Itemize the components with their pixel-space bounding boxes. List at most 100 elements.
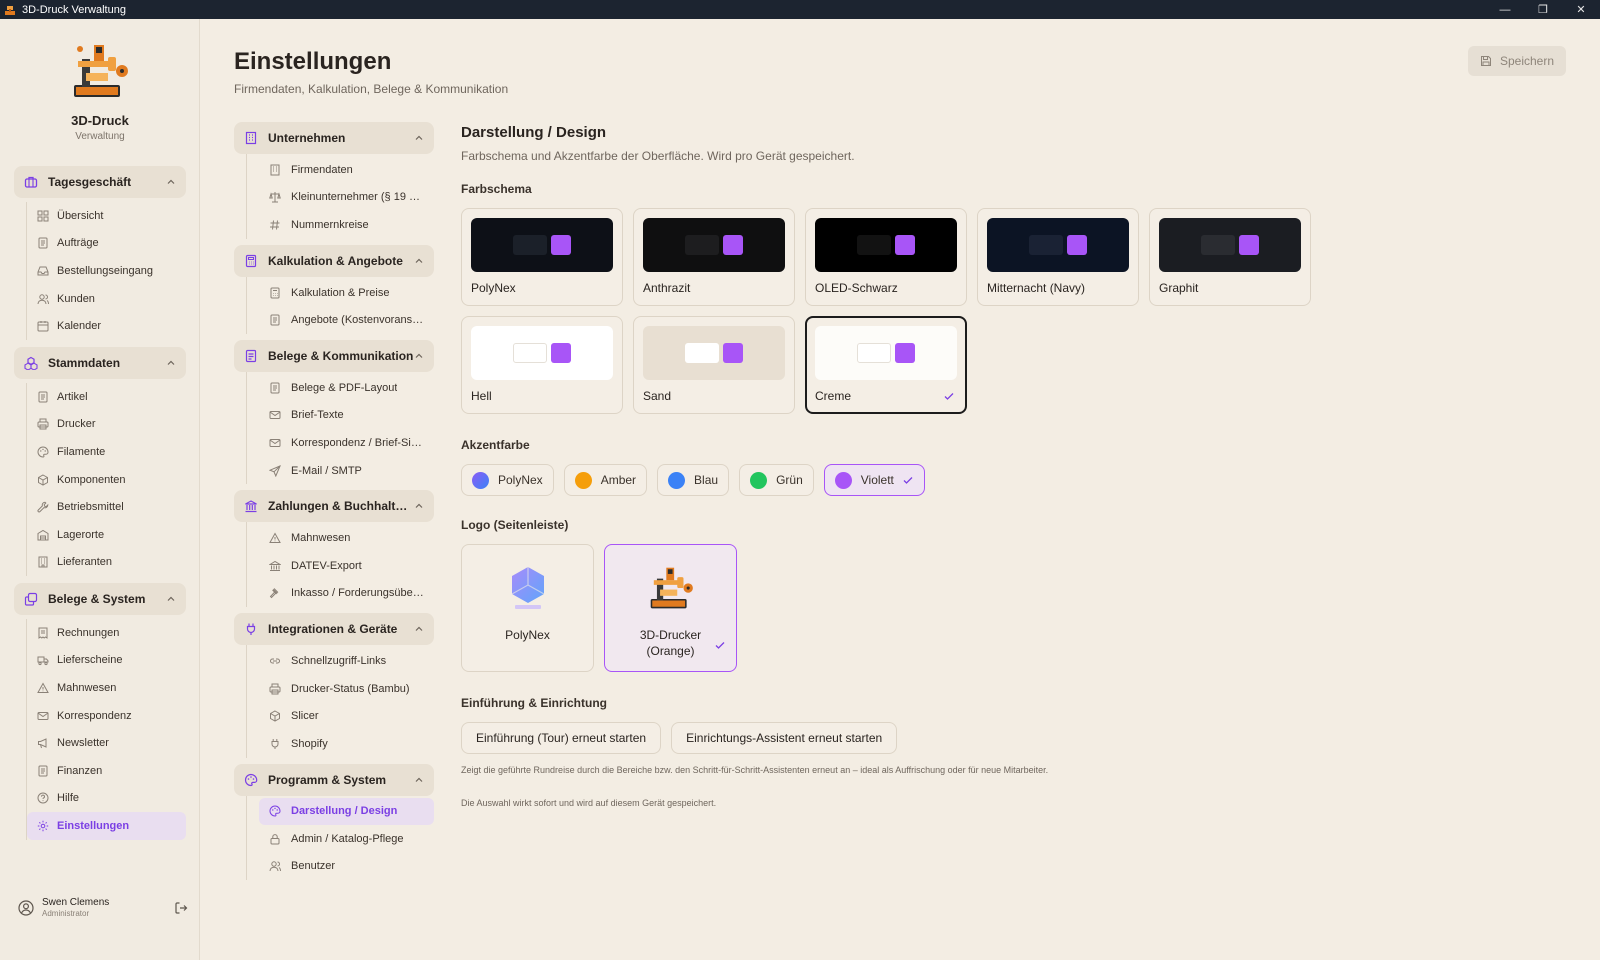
scheme-card[interactable]: Graphit xyxy=(1149,208,1311,306)
close-button[interactable]: ✕ xyxy=(1562,0,1600,19)
settings-item-datev[interactable]: DATEV-Export xyxy=(259,552,434,580)
scheme-card[interactable]: Creme xyxy=(805,316,967,414)
scheme-preview xyxy=(815,218,957,272)
logo-option-polynex[interactable]: PolyNex xyxy=(461,544,594,672)
sidebar-item-korrespondenz[interactable]: Korrespondenz xyxy=(27,702,186,730)
settings-item-darstellung[interactable]: Darstellung / Design xyxy=(259,797,434,826)
sidebar-item-finanzen[interactable]: Finanzen xyxy=(27,757,186,785)
sidebar-item-auftraege[interactable]: Aufträge xyxy=(27,230,186,258)
sidebar-group-header[interactable]: Stammdaten xyxy=(14,347,186,379)
inbox-icon xyxy=(37,265,49,277)
accent-option[interactable]: Amber xyxy=(563,464,648,496)
checkmark-icon xyxy=(902,474,914,486)
settings-item-belege-pdf[interactable]: Belege & PDF-Layout xyxy=(259,374,434,402)
document-icon xyxy=(37,391,49,403)
sidebar-item-einstellungen[interactable]: Einstellungen xyxy=(27,812,186,840)
document-icon xyxy=(244,349,258,363)
settings-item-admin[interactable]: Admin / Katalog-Pflege xyxy=(259,825,434,853)
sidebar-item-komponenten[interactable]: Komponenten xyxy=(27,466,186,494)
palette-icon xyxy=(244,773,258,787)
sidebar-item-uebersicht[interactable]: Übersicht xyxy=(27,202,186,230)
sidebar-item-label: Finanzen xyxy=(57,764,103,777)
settings-item-label: Kleinunternehmer (§ 19 UStG) xyxy=(291,191,426,204)
restart-wizard-button[interactable]: Einrichtungs-Assistent erneut starten xyxy=(671,722,898,754)
settings-group-integrationen: Integrationen & Geräte Schnellzugriff-Li… xyxy=(234,613,434,758)
save-button[interactable]: Speichern xyxy=(1468,46,1566,76)
settings-item-slicer[interactable]: Slicer xyxy=(259,702,434,730)
logo-option-3d-drucker[interactable]: 3D-Drucker (Orange) xyxy=(604,544,737,672)
settings-item-benutzer[interactable]: Benutzer xyxy=(259,853,434,881)
sidebar-item-label: Mahnwesen xyxy=(57,681,117,694)
settings-item-nummernkreise[interactable]: Nummernkreise xyxy=(259,211,434,239)
settings-group-header[interactable]: Unternehmen xyxy=(234,122,434,154)
settings-item-mahnwesen[interactable]: Mahnwesen xyxy=(259,524,434,552)
sidebar-item-drucker[interactable]: Drucker xyxy=(27,411,186,439)
settings-group-header[interactable]: Kalkulation & Angebote xyxy=(234,244,434,277)
save-button-label: Speichern xyxy=(1499,54,1555,68)
scheme-card[interactable]: PolyNex xyxy=(461,208,623,306)
cube-icon xyxy=(37,474,49,486)
scheme-preview xyxy=(471,326,613,380)
accent-name: Blau xyxy=(694,473,719,487)
sidebar-item-mahnwesen[interactable]: Mahnwesen xyxy=(27,674,186,702)
sidebar-item-kalender[interactable]: Kalender xyxy=(27,312,186,340)
settings-group-label: Zahlungen & Buchhaltung xyxy=(268,499,414,514)
accent-option[interactable]: Violett xyxy=(823,464,925,496)
logout-icon[interactable] xyxy=(174,901,188,915)
settings-item-inkasso[interactable]: Inkasso / Forderungsübertragung xyxy=(259,580,434,608)
settings-item-schnellzugriff[interactable]: Schnellzugriff-Links xyxy=(259,647,434,675)
accent-option[interactable]: Blau xyxy=(657,464,730,496)
sidebar-item-filamente[interactable]: Filamente xyxy=(27,438,186,466)
sidebar-item-bestellungseingang[interactable]: Bestellungseingang xyxy=(27,257,186,285)
sidebar-item-kunden[interactable]: Kunden xyxy=(27,285,186,313)
settings-item-label: Kalkulation & Preise xyxy=(291,286,390,299)
scheme-preview-block xyxy=(1029,235,1063,255)
scheme-name: Sand xyxy=(643,389,672,403)
settings-group-header[interactable]: Programm & System xyxy=(234,763,434,796)
scheme-card[interactable]: Sand xyxy=(633,316,795,414)
restore-button[interactable]: ❐ xyxy=(1524,0,1562,19)
settings-group-header[interactable]: Integrationen & Geräte xyxy=(234,613,434,646)
sidebar-group-header[interactable]: Belege & System xyxy=(14,583,186,615)
sidebar-item-label: Komponenten xyxy=(57,473,126,486)
plug-icon xyxy=(244,622,258,636)
sidebar-item-rechnungen[interactable]: Rechnungen xyxy=(27,619,186,647)
sidebar-item-hilfe[interactable]: Hilfe xyxy=(27,785,186,813)
sidebar-item-artikel[interactable]: Artikel xyxy=(27,383,186,411)
scheme-card[interactable]: Anthrazit xyxy=(633,208,795,306)
sidebar-item-newsletter[interactable]: Newsletter xyxy=(27,729,186,757)
settings-item-korrespondenz[interactable]: Korrespondenz / Brief-Signatur xyxy=(259,429,434,457)
scheme-card[interactable]: Mitternacht (Navy) xyxy=(977,208,1139,306)
scheme-card[interactable]: OLED-Schwarz xyxy=(805,208,967,306)
sidebar-item-lieferscheine[interactable]: Lieferscheine xyxy=(27,647,186,675)
sidebar-item-lagerorte[interactable]: Lagerorte xyxy=(27,521,186,549)
settings-item-label: Slicer xyxy=(291,710,319,723)
settings-group-header[interactable]: Zahlungen & Buchhaltung xyxy=(234,490,434,523)
title-bar: 3D-Druck Verwaltung — ❐ ✕ xyxy=(0,0,1600,19)
scheme-name: OLED-Schwarz xyxy=(815,281,898,295)
onboarding-label: Einführung & Einrichtung xyxy=(461,696,607,710)
accent-option[interactable]: Grün xyxy=(739,464,814,496)
scheme-card[interactable]: Hell xyxy=(461,316,623,414)
settings-item-kalkulation-preise[interactable]: Kalkulation & Preise xyxy=(259,279,434,307)
settings-group-header[interactable]: Belege & Kommunikation xyxy=(234,339,434,372)
sidebar-item-lieferanten[interactable]: Lieferanten xyxy=(27,549,186,577)
restart-tour-button[interactable]: Einführung (Tour) erneut starten xyxy=(461,722,662,754)
settings-item-angebote[interactable]: Angebote (Kostenvoranschlag) xyxy=(259,306,434,334)
settings-item-label: Benutzer xyxy=(291,860,336,873)
settings-item-brief-texte[interactable]: Brief-Texte xyxy=(259,402,434,430)
settings-item-kleinunternehmer[interactable]: Kleinunternehmer (§ 19 UStG) xyxy=(259,184,434,212)
sidebar-group-header[interactable]: Tagesgeschäft xyxy=(14,166,186,198)
building-icon xyxy=(244,131,258,145)
settings-item-shopify[interactable]: Shopify xyxy=(259,730,434,758)
settings-item-label: Firmendaten xyxy=(291,163,353,176)
minimize-button[interactable]: — xyxy=(1486,0,1524,19)
settings-item-email-smtp[interactable]: E-Mail / SMTP xyxy=(259,457,434,485)
sidebar-item-label: Lieferscheine xyxy=(57,654,123,667)
scheme-preview-block xyxy=(685,235,719,255)
accent-option[interactable]: PolyNex xyxy=(461,464,554,496)
scheme-name: Anthrazit xyxy=(643,281,691,295)
sidebar-item-betriebsmittel[interactable]: Betriebsmittel xyxy=(27,493,186,521)
settings-item-firmendaten[interactable]: Firmendaten xyxy=(259,156,434,184)
settings-item-drucker-status[interactable]: Drucker-Status (Bambu) xyxy=(259,675,434,703)
